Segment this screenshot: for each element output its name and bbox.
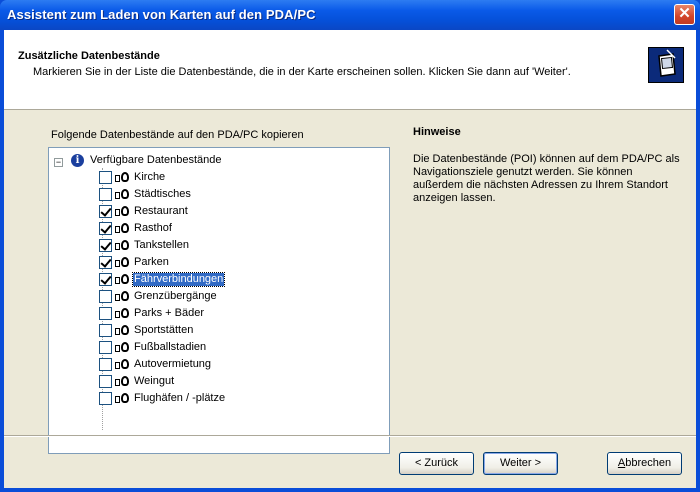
item-label[interactable]: Fußballstadien: [133, 341, 207, 354]
page-title: Zusätzliche Datenbestände: [18, 50, 160, 62]
tree-item[interactable]: Städtisches: [99, 187, 379, 204]
tree-item[interactable]: Parks + Bäder: [99, 306, 379, 323]
item-checkbox[interactable]: [99, 341, 112, 354]
poi-camera-icon: [114, 222, 130, 235]
datasource-tree[interactable]: − i Verfügbare Datenbestände Kirche Städt…: [48, 147, 390, 454]
item-checkbox[interactable]: [99, 222, 112, 235]
tree-item[interactable]: Fährverbindungen: [99, 272, 379, 289]
poi-camera-icon: [114, 239, 130, 252]
tree-item[interactable]: Tankstellen: [99, 238, 379, 255]
tree-item[interactable]: Weingut: [99, 374, 379, 391]
item-checkbox[interactable]: [99, 205, 112, 218]
poi-camera-icon: [114, 171, 130, 184]
close-button[interactable]: ✕: [674, 4, 695, 25]
tree-item[interactable]: Rasthof: [99, 221, 379, 238]
tree-item[interactable]: Fußballstadien: [99, 340, 379, 357]
tree-item[interactable]: Sportstätten: [99, 323, 379, 340]
footer-divider: [4, 435, 696, 437]
poi-camera-icon: [114, 375, 130, 388]
item-checkbox[interactable]: [99, 171, 112, 184]
info-icon: i: [71, 154, 84, 167]
item-label[interactable]: Weingut: [133, 375, 175, 388]
item-label[interactable]: Fährverbindungen: [131, 272, 226, 287]
list-label: Folgende Datenbestände auf den PDA/PC ko…: [51, 129, 304, 141]
pda-icon: [648, 47, 684, 83]
collapse-toggle[interactable]: −: [54, 158, 63, 167]
poi-camera-icon: [114, 205, 130, 218]
item-checkbox[interactable]: [99, 392, 112, 405]
back-button[interactable]: < Zurück: [399, 452, 474, 475]
item-label[interactable]: Städtisches: [133, 188, 192, 201]
tree-item[interactable]: Autovermietung: [99, 357, 379, 374]
item-label[interactable]: Parks + Bäder: [133, 307, 205, 320]
page-subtitle: Markieren Sie in der Liste die Datenbest…: [33, 66, 571, 78]
item-label[interactable]: Autovermietung: [133, 358, 212, 371]
poi-camera-icon: [114, 324, 130, 337]
wizard-window: Assistent zum Laden von Karten auf den P…: [0, 0, 700, 492]
tree-root-label[interactable]: Verfügbare Datenbestände: [90, 154, 222, 166]
cancel-label: bbrechen: [625, 457, 672, 469]
item-label[interactable]: Grenzübergänge: [133, 290, 218, 303]
window-title: Assistent zum Laden von Karten auf den P…: [7, 7, 316, 22]
title-bar[interactable]: Assistent zum Laden von Karten auf den P…: [0, 0, 700, 30]
hints-heading: Hinweise: [413, 126, 461, 138]
poi-camera-icon: [114, 307, 130, 320]
item-checkbox[interactable]: [99, 358, 112, 371]
poi-camera-icon: [114, 256, 130, 269]
item-checkbox[interactable]: [99, 239, 112, 252]
item-checkbox[interactable]: [99, 256, 112, 269]
item-checkbox[interactable]: [99, 273, 112, 286]
item-checkbox[interactable]: [99, 375, 112, 388]
item-label[interactable]: Parken: [133, 256, 170, 269]
tree-item[interactable]: Kirche: [99, 170, 379, 187]
tree-item[interactable]: Parken: [99, 255, 379, 272]
cancel-button[interactable]: Abbrechen: [607, 452, 682, 475]
item-label[interactable]: Sportstätten: [133, 324, 194, 337]
item-checkbox[interactable]: [99, 307, 112, 320]
poi-camera-icon: [114, 188, 130, 201]
item-checkbox[interactable]: [99, 324, 112, 337]
item-label[interactable]: Tankstellen: [133, 239, 190, 252]
item-checkbox[interactable]: [99, 188, 112, 201]
poi-camera-icon: [114, 358, 130, 371]
hints-text: Die Datenbestände (POI) können auf dem P…: [413, 153, 680, 204]
tree-item[interactable]: Flughäfen / -plätze: [99, 391, 379, 408]
poi-camera-icon: [114, 273, 130, 286]
item-label[interactable]: Flughäfen / -plätze: [133, 392, 226, 405]
tree-item[interactable]: Grenzübergänge: [99, 289, 379, 306]
next-button[interactable]: Weiter >: [483, 452, 558, 475]
wizard-header: Zusätzliche Datenbestände Markieren Sie …: [4, 30, 696, 110]
item-checkbox[interactable]: [99, 290, 112, 303]
tree-item[interactable]: Restaurant: [99, 204, 379, 221]
poi-camera-icon: [114, 290, 130, 303]
dialog-body: Zusätzliche Datenbestände Markieren Sie …: [4, 30, 696, 488]
item-label[interactable]: Restaurant: [133, 205, 189, 218]
item-label[interactable]: Kirche: [133, 171, 166, 184]
item-label[interactable]: Rasthof: [133, 222, 173, 235]
poi-camera-icon: [114, 392, 130, 405]
poi-camera-icon: [114, 341, 130, 354]
